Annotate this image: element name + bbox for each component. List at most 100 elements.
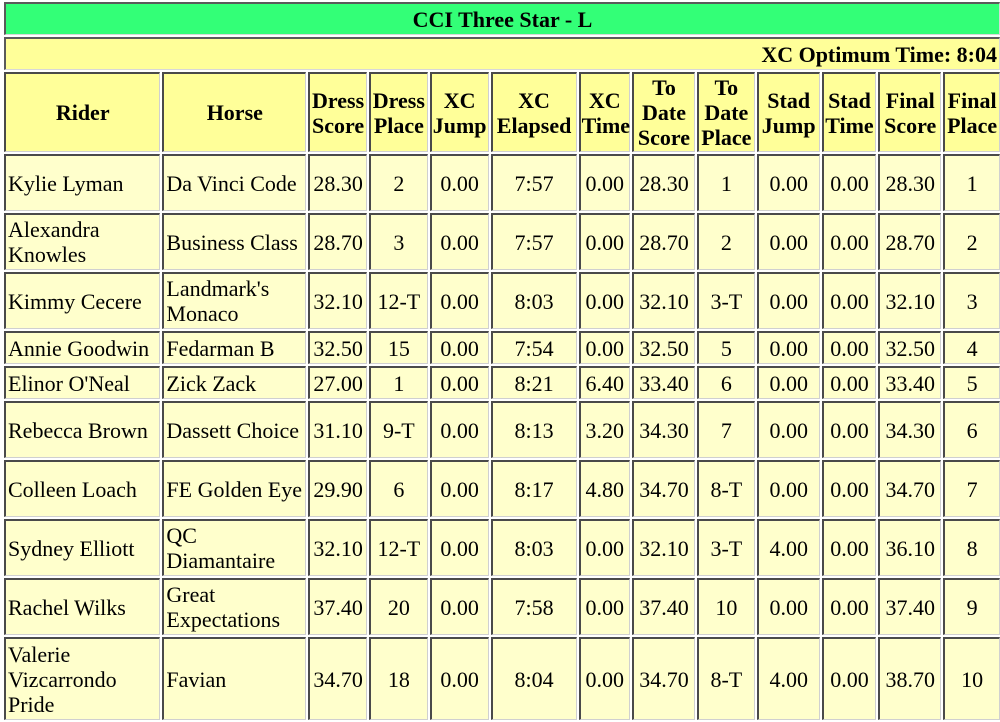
cell-final-score: 32.50 bbox=[878, 331, 942, 364]
cell-stad-time: 0.00 bbox=[821, 213, 877, 270]
cell-to-date-score: 34.70 bbox=[632, 460, 695, 517]
cell-to-date-score: 34.30 bbox=[632, 401, 695, 458]
results-page: CCI Three Star - L XC Optimum Time: 8:04… bbox=[2, 0, 1000, 722]
table-row: Rachel Wilks Great Expectations 37.40 20 0.0… bbox=[4, 578, 1000, 635]
cell-dress-place: 12-T bbox=[368, 272, 428, 329]
cell-dress-place: 12-T bbox=[368, 519, 428, 576]
cell-to-date-score: 32.10 bbox=[632, 519, 695, 576]
cell-final-place: 2 bbox=[943, 213, 1000, 270]
column-header-stad-jump: Stad Jump bbox=[756, 72, 820, 152]
cell-dress-place: 1 bbox=[368, 366, 428, 399]
cell-horse: Business Class bbox=[162, 213, 307, 270]
cell-to-date-place: 7 bbox=[696, 401, 755, 458]
cell-horse: FE Golden Eye bbox=[162, 460, 307, 517]
cell-horse: Zick Zack bbox=[162, 366, 307, 399]
column-header-horse: Horse bbox=[162, 72, 307, 152]
cell-xc-jump: 0.00 bbox=[429, 460, 489, 517]
cell-to-date-score: 34.70 bbox=[632, 637, 695, 720]
table-row: Sydney Elliott QC Diamantaire 32.10 12-T 0.0… bbox=[4, 519, 1000, 576]
cell-dress-score: 34.70 bbox=[308, 637, 367, 720]
cell-dress-score: 32.50 bbox=[308, 331, 367, 364]
cell-xc-time: 0.00 bbox=[578, 272, 631, 329]
cell-dress-score: 29.90 bbox=[308, 460, 367, 517]
cell-final-score: 32.10 bbox=[878, 272, 942, 329]
cell-dress-score: 31.10 bbox=[308, 401, 367, 458]
cell-xc-time: 4.80 bbox=[578, 460, 631, 517]
column-header-rider: Rider bbox=[4, 72, 161, 152]
cell-xc-jump: 0.00 bbox=[429, 213, 489, 270]
cell-to-date-place: 10 bbox=[696, 578, 755, 635]
cell-to-date-score: 37.40 bbox=[632, 578, 695, 635]
cell-stad-time: 0.00 bbox=[821, 578, 877, 635]
cell-final-place: 5 bbox=[943, 366, 1000, 399]
division-title: CCI Three Star - L bbox=[4, 2, 1000, 35]
column-header-xc-jump: XC Jump bbox=[429, 72, 489, 152]
cell-xc-elapsed: 8:13 bbox=[490, 401, 577, 458]
cell-stad-time: 0.00 bbox=[821, 331, 877, 364]
cell-stad-jump: 0.00 bbox=[756, 460, 820, 517]
column-header-dress-place: Dress Place bbox=[368, 72, 428, 152]
cell-stad-jump: 0.00 bbox=[756, 154, 820, 211]
cell-to-date-place: 1 bbox=[696, 154, 755, 211]
cell-xc-jump: 0.00 bbox=[429, 637, 489, 720]
cell-to-date-place: 8-T bbox=[696, 460, 755, 517]
cell-xc-time: 0.00 bbox=[578, 519, 631, 576]
cell-rider: Kimmy Cecere bbox=[4, 272, 161, 329]
cell-stad-time: 0.00 bbox=[821, 401, 877, 458]
cell-dress-score: 28.30 bbox=[308, 154, 367, 211]
cell-rider: Rachel Wilks bbox=[4, 578, 161, 635]
xc-optimum-time: XC Optimum Time: 8:04 bbox=[4, 37, 1000, 70]
table-row: Alexandra Knowles Business Class 28.70 3 0.0… bbox=[4, 213, 1000, 270]
cell-to-date-place: 6 bbox=[696, 366, 755, 399]
cell-dress-score: 37.40 bbox=[308, 578, 367, 635]
cell-xc-time: 0.00 bbox=[578, 213, 631, 270]
cell-xc-elapsed: 8:21 bbox=[490, 366, 577, 399]
cell-xc-time: 6.40 bbox=[578, 366, 631, 399]
cell-to-date-score: 32.50 bbox=[632, 331, 695, 364]
cell-dress-place: 15 bbox=[368, 331, 428, 364]
table-row: Valerie Vizcarrondo Pride Favian 34.70 18 0.… bbox=[4, 637, 1000, 720]
cell-rider: Rebecca Brown bbox=[4, 401, 161, 458]
cell-horse: Dassett Choice bbox=[162, 401, 307, 458]
table-row: Annie Goodwin Fedarman B 32.50 15 0.00 7:54 0.… bbox=[4, 331, 1000, 364]
cell-xc-elapsed: 8:04 bbox=[490, 637, 577, 720]
cell-to-date-place: 2 bbox=[696, 213, 755, 270]
column-header-dress-score: Dress Score bbox=[308, 72, 367, 152]
cell-xc-jump: 0.00 bbox=[429, 519, 489, 576]
cell-xc-jump: 0.00 bbox=[429, 401, 489, 458]
cell-xc-time: 0.00 bbox=[578, 154, 631, 211]
table-row: Elinor O'Neal Zick Zack 27.00 1 0.00 8:21 6.40… bbox=[4, 366, 1000, 399]
cell-stad-time: 0.00 bbox=[821, 460, 877, 517]
cell-final-place: 3 bbox=[943, 272, 1000, 329]
cell-final-score: 37.40 bbox=[878, 578, 942, 635]
cell-rider: Alexandra Knowles bbox=[4, 213, 161, 270]
cell-rider: Kylie Lyman bbox=[4, 154, 161, 211]
cell-stad-jump: 0.00 bbox=[756, 366, 820, 399]
cell-xc-time: 3.20 bbox=[578, 401, 631, 458]
cell-final-place: 9 bbox=[943, 578, 1000, 635]
cell-dress-place: 18 bbox=[368, 637, 428, 720]
cell-to-date-place: 3-T bbox=[696, 519, 755, 576]
cell-stad-time: 0.00 bbox=[821, 272, 877, 329]
cell-xc-time: 0.00 bbox=[578, 331, 631, 364]
cell-stad-time: 0.00 bbox=[821, 519, 877, 576]
cell-horse: Favian bbox=[162, 637, 307, 720]
cell-xc-elapsed: 8:17 bbox=[490, 460, 577, 517]
cell-stad-jump: 4.00 bbox=[756, 637, 820, 720]
cell-to-date-score: 33.40 bbox=[632, 366, 695, 399]
cell-dress-score: 32.10 bbox=[308, 272, 367, 329]
cell-stad-time: 0.00 bbox=[821, 366, 877, 399]
cell-to-date-place: 5 bbox=[696, 331, 755, 364]
cell-xc-elapsed: 8:03 bbox=[490, 272, 577, 329]
cell-stad-jump: 0.00 bbox=[756, 578, 820, 635]
cell-xc-jump: 0.00 bbox=[429, 272, 489, 329]
cell-dress-place: 20 bbox=[368, 578, 428, 635]
optimum-time-bar-table: XC Optimum Time: 8:04 bbox=[2, 35, 1000, 72]
cell-rider: Elinor O'Neal bbox=[4, 366, 161, 399]
cell-stad-jump: 0.00 bbox=[756, 401, 820, 458]
cell-to-date-score: 28.70 bbox=[632, 213, 695, 270]
table-row: Rebecca Brown Dassett Choice 31.10 9-T 0.00 8… bbox=[4, 401, 1000, 458]
header-row: Rider Horse Dress Score Dress Place XC J… bbox=[4, 72, 1000, 152]
cell-stad-jump: 4.00 bbox=[756, 519, 820, 576]
cell-final-score: 38.70 bbox=[878, 637, 942, 720]
